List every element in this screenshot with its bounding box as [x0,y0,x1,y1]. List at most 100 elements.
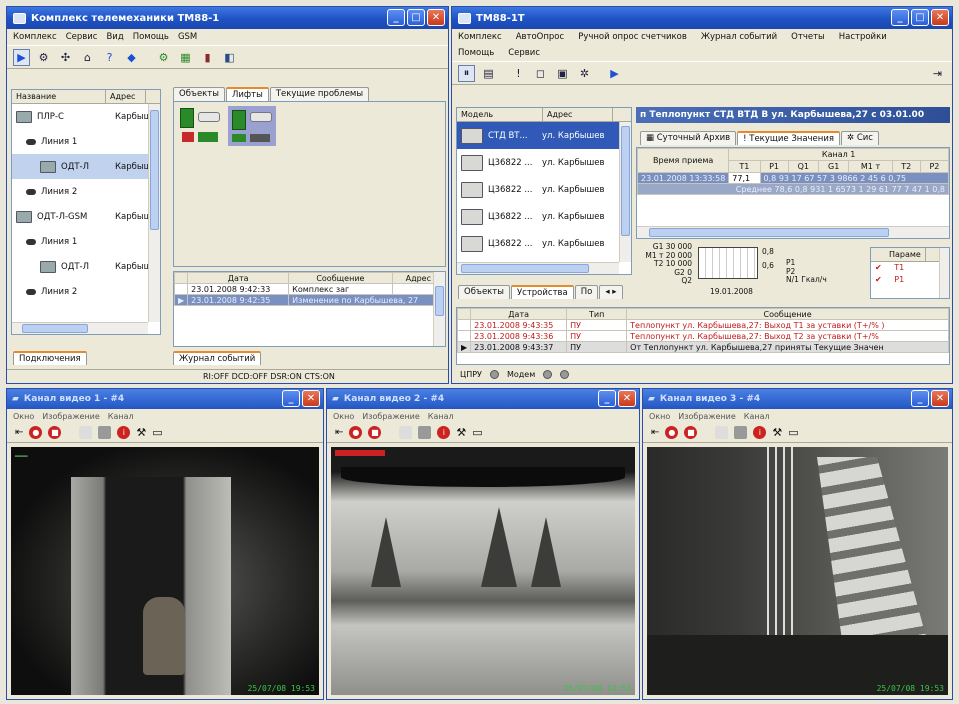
menu-item[interactable]: Вид [106,32,123,42]
record-icon[interactable]: ● [665,426,679,439]
maximize-button[interactable]: □ [911,9,929,26]
graph-plot[interactable] [698,247,758,279]
tab-daily-archive[interactable]: ▦ Суточный Архив [640,131,737,145]
blank-icon[interactable] [715,426,729,439]
menu-item[interactable]: Окно [13,412,34,421]
device-row[interactable]: СТД ВТ... ул. Карбышев [457,122,631,149]
col-model[interactable]: Модель [457,108,543,121]
devices-scrollbar[interactable] [619,122,631,262]
rewind-icon[interactable]: ⇤ [651,427,659,438]
video-title-bar[interactable]: ▰ Канал видео 2 - #4 _ ✕ [327,389,639,409]
values-row[interactable]: 23.01.2008 13:33:58 77,1 0,8 93 17 67 57… [637,172,949,184]
video-feed-1[interactable]: ▁▁▁ 25/07/08 19:53 [11,447,319,695]
params-scrollbar[interactable] [939,248,949,298]
pause-icon[interactable]: ⏸ [458,64,475,82]
menu-item[interactable]: Изображение [678,412,736,421]
menu-item[interactable]: Канал [744,412,770,421]
col-m1т[interactable]: M1 т [848,160,893,173]
tools-icon[interactable]: ⚙ [155,49,172,66]
network-icon[interactable]: ⌂ [79,49,96,66]
menu-item[interactable]: Окно [333,412,354,421]
param-item[interactable]: ✔ P1 [875,274,949,286]
col-t2[interactable]: T2 [891,160,921,173]
title-bar[interactable]: Комплекс телемеханики ТМ88-1 _ □ ✕ [7,7,448,29]
box-icon[interactable]: ◻ [532,65,549,82]
close-button[interactable]: ✕ [618,390,636,407]
tab-current-problems[interactable]: Текущие проблемы [269,87,370,101]
menu-item[interactable]: Комплекс [458,32,502,42]
journal-row[interactable]: 23.01.2008 9:42:33 Комплекс заг [174,283,445,295]
alert-icon[interactable]: ! [510,65,527,82]
blank-icon[interactable] [79,426,93,439]
menu-item[interactable]: Изображение [42,412,100,421]
tab-objects[interactable]: Объекты [458,285,510,299]
menu-item[interactable]: Канал [428,412,454,421]
list-icon[interactable]: ▤ [480,65,497,82]
device-row[interactable]: Ц36822 ... ул. Карбышев [457,203,631,230]
menu-item[interactable]: АвтоОпрос [516,32,565,42]
events-col-date[interactable]: Дата [470,308,568,320]
settings-icon[interactable]: ✣ [57,49,74,66]
tree-hscrollbar[interactable] [12,322,148,334]
menu-item[interactable]: Сервис [66,32,98,42]
menu-item[interactable]: Канал [108,412,134,421]
maximize-button[interactable]: □ [407,9,425,26]
close-button[interactable]: ✕ [931,390,949,407]
tab-current-values[interactable]: ! Текущие Значения [737,131,840,145]
col-q1[interactable]: Q1 [787,160,820,173]
values-hscrollbar[interactable] [637,226,949,238]
events-col-message[interactable]: Сообщение [626,308,949,320]
lift-icon[interactable]: ◧ [221,49,238,66]
events-col-type[interactable]: Тип [566,308,628,320]
play-icon[interactable]: ▶ [606,65,623,82]
menu-item[interactable]: Изображение [362,412,420,421]
menu-item[interactable]: Помощь [133,32,169,42]
journal-row[interactable]: ▶ 23.01.2008 9:42:35 Изменение по Карбыш… [174,294,445,306]
minimize-button[interactable]: _ [282,390,300,407]
video-feed-3[interactable]: 25/07/08 19:53 [647,447,948,695]
info-icon[interactable]: ◆ [123,49,140,66]
tab-event-journal[interactable]: Журнал событий [173,351,262,365]
tree-item[interactable]: ОДТ-Л-GSM Карбыш [12,204,160,229]
col-t1[interactable]: T1 [728,160,761,173]
keyboard-icon[interactable]: ▭ [472,426,482,439]
tab-connections[interactable]: Подключения [13,351,87,365]
col-g1[interactable]: G1 [818,160,850,173]
tree-col-name[interactable]: Название [12,90,106,103]
tab-system[interactable]: ✲ Сис [840,131,879,145]
rewind-icon[interactable]: ⇤ [335,427,343,438]
tree-item[interactable]: Линия 1 [12,229,160,254]
tab-objects[interactable]: Объекты [173,87,225,101]
param-header[interactable]: Парамe [885,248,926,261]
blank-icon[interactable] [399,426,413,439]
title-bar[interactable]: ТМ88-1Т _ □ ✕ [452,7,952,29]
col-address[interactable]: Адрес [543,108,613,121]
minimize-button[interactable]: _ [387,9,405,26]
col-channel-1[interactable]: Канал 1 [728,148,949,161]
menu-item[interactable]: Комплекс [13,32,57,42]
wrench-icon[interactable]: ⚒ [136,426,146,439]
close-button[interactable]: ✕ [302,390,320,407]
stop-icon[interactable]: ■ [48,426,62,439]
menu-item[interactable]: Сервис [508,48,540,58]
device-row[interactable]: Ц36822 ... ул. Карбышев [457,176,631,203]
close-button[interactable]: ✕ [427,9,445,26]
close-button[interactable]: ✕ [931,9,949,26]
stop-icon[interactable]: ■ [368,426,382,439]
table-icon[interactable]: ▦ [177,49,194,66]
event-row[interactable]: 23.01.2008 9:43:35 ПУ Теплопункт ул. Кар… [457,319,949,331]
devices-hscrollbar[interactable] [457,262,619,274]
tree-item[interactable]: Линия 2 [12,179,160,204]
rewind-icon[interactable]: ⇤ [15,427,23,438]
col-p2[interactable]: P2 [919,160,949,173]
info-icon[interactable]: i [437,426,451,439]
minimize-button[interactable]: _ [891,9,909,26]
info-icon[interactable]: i [753,426,767,439]
tree-item[interactable]: ОДТ-Л Карбыш [12,154,160,179]
journal-col-date[interactable]: Дата [187,272,290,284]
tab-scroll-arrows[interactable]: ◂ ▸ [599,285,623,299]
play-icon[interactable]: ▶ [13,48,30,66]
tree-item[interactable]: Линия 1 [12,129,160,154]
journal-col-message[interactable]: Сообщение [288,272,393,284]
exit-icon[interactable]: ⇥ [929,65,946,82]
